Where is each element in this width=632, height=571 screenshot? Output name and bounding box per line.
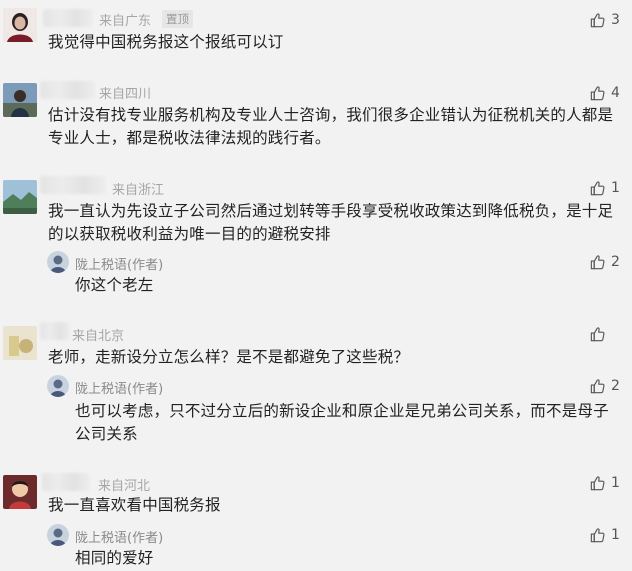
like-button[interactable]: 2 (580, 252, 620, 272)
reply-author-name[interactable]: 陇上税语(作者) (75, 527, 163, 546)
avatar[interactable] (3, 8, 37, 42)
like-count: 2 (611, 254, 620, 270)
comment-item: 来自浙江 1 我一直认为先设立子公司然后通过划转等手段享受税收政策达到降低税负，… (0, 172, 632, 307)
reply-text: 你这个老左 (75, 276, 154, 294)
comment-text: 我一直喜欢看中国税务报 (48, 496, 221, 514)
comment-item: 来自四川 4 估计没有找专业服务机构及专业人士咨询，我们很多企业错认为征税机关的… (0, 75, 632, 165)
thumbs-up-icon (590, 527, 605, 542)
comment-location: 来自四川 (99, 87, 152, 102)
like-count: 2 (611, 378, 620, 394)
like-button[interactable]: 3 (580, 10, 620, 30)
like-button[interactable]: 1 (580, 473, 620, 493)
like-count: 1 (611, 180, 620, 196)
avatar[interactable] (3, 180, 37, 214)
username-blurred (42, 473, 90, 491)
comment-text: 老师，走新设分立怎么样？是不是都避免了这些税？ (48, 348, 410, 366)
like-count: 1 (611, 475, 620, 491)
like-button[interactable] (580, 324, 620, 344)
like-count: 4 (611, 85, 620, 101)
author-avatar[interactable] (47, 524, 69, 546)
comment-location: 来自广东 (99, 14, 152, 29)
avatar[interactable] (3, 475, 37, 509)
thumbs-up-icon (590, 378, 605, 393)
reply-author-name[interactable]: 陇上税语(作者) (75, 254, 163, 273)
comment-text: 估计没有找专业服务机构及专业人士咨询，我们很多企业错认为征税机关的人都是专业人士… (48, 106, 614, 147)
thumbs-up-icon (590, 12, 605, 27)
reply-text: 相同的爱好 (75, 549, 154, 567)
thumbs-up-icon (590, 326, 605, 341)
comment-text: 我一直认为先设立子公司然后通过划转等手段享受税收政策达到降低税负，是十足的以获取… (48, 202, 614, 243)
comment-location: 来自浙江 (112, 183, 165, 198)
reply-author-name[interactable]: 陇上税语(作者) (75, 378, 163, 397)
pinned-badge: 置顶 (162, 10, 193, 28)
avatar[interactable] (3, 83, 37, 117)
username-blurred (40, 176, 106, 194)
comment-location: 来自北京 (72, 329, 125, 344)
thumbs-up-icon (590, 180, 605, 195)
like-button[interactable]: 4 (580, 83, 620, 103)
username-blurred (40, 81, 95, 99)
like-count: 1 (611, 527, 620, 543)
thumbs-up-icon (590, 475, 605, 490)
comment-item: 来自北京 老师，走新设分立怎么样？是不是都避免了这些税？ 陇上税语(作者) 2 … (0, 318, 632, 458)
username-blurred (40, 322, 70, 340)
comment-item: 来自河北 1 我一直喜欢看中国税务报 陇上税语(作者) 1 相同的爱好 (0, 467, 632, 571)
username-blurred (43, 9, 93, 27)
thumbs-up-icon (590, 85, 605, 100)
author-avatar[interactable] (47, 375, 69, 397)
thumbs-up-icon (590, 254, 605, 269)
avatar[interactable] (3, 326, 37, 360)
like-button[interactable]: 1 (580, 178, 620, 198)
like-button[interactable]: 1 (580, 525, 620, 545)
comment-text: 我觉得中国税务报这个报纸可以订 (48, 33, 284, 51)
comment-location: 来自河北 (98, 479, 151, 494)
like-button[interactable]: 2 (580, 376, 620, 396)
like-count: 3 (611, 12, 620, 28)
reply-text: 也可以考虑，只不过分立后的新设企业和原企业是兄弟公司关系，而不是母子公司关系 (75, 402, 609, 443)
author-avatar[interactable] (47, 251, 69, 273)
comment-item: 来自广东 置顶 3 我觉得中国税务报这个报纸可以订 (0, 0, 632, 64)
